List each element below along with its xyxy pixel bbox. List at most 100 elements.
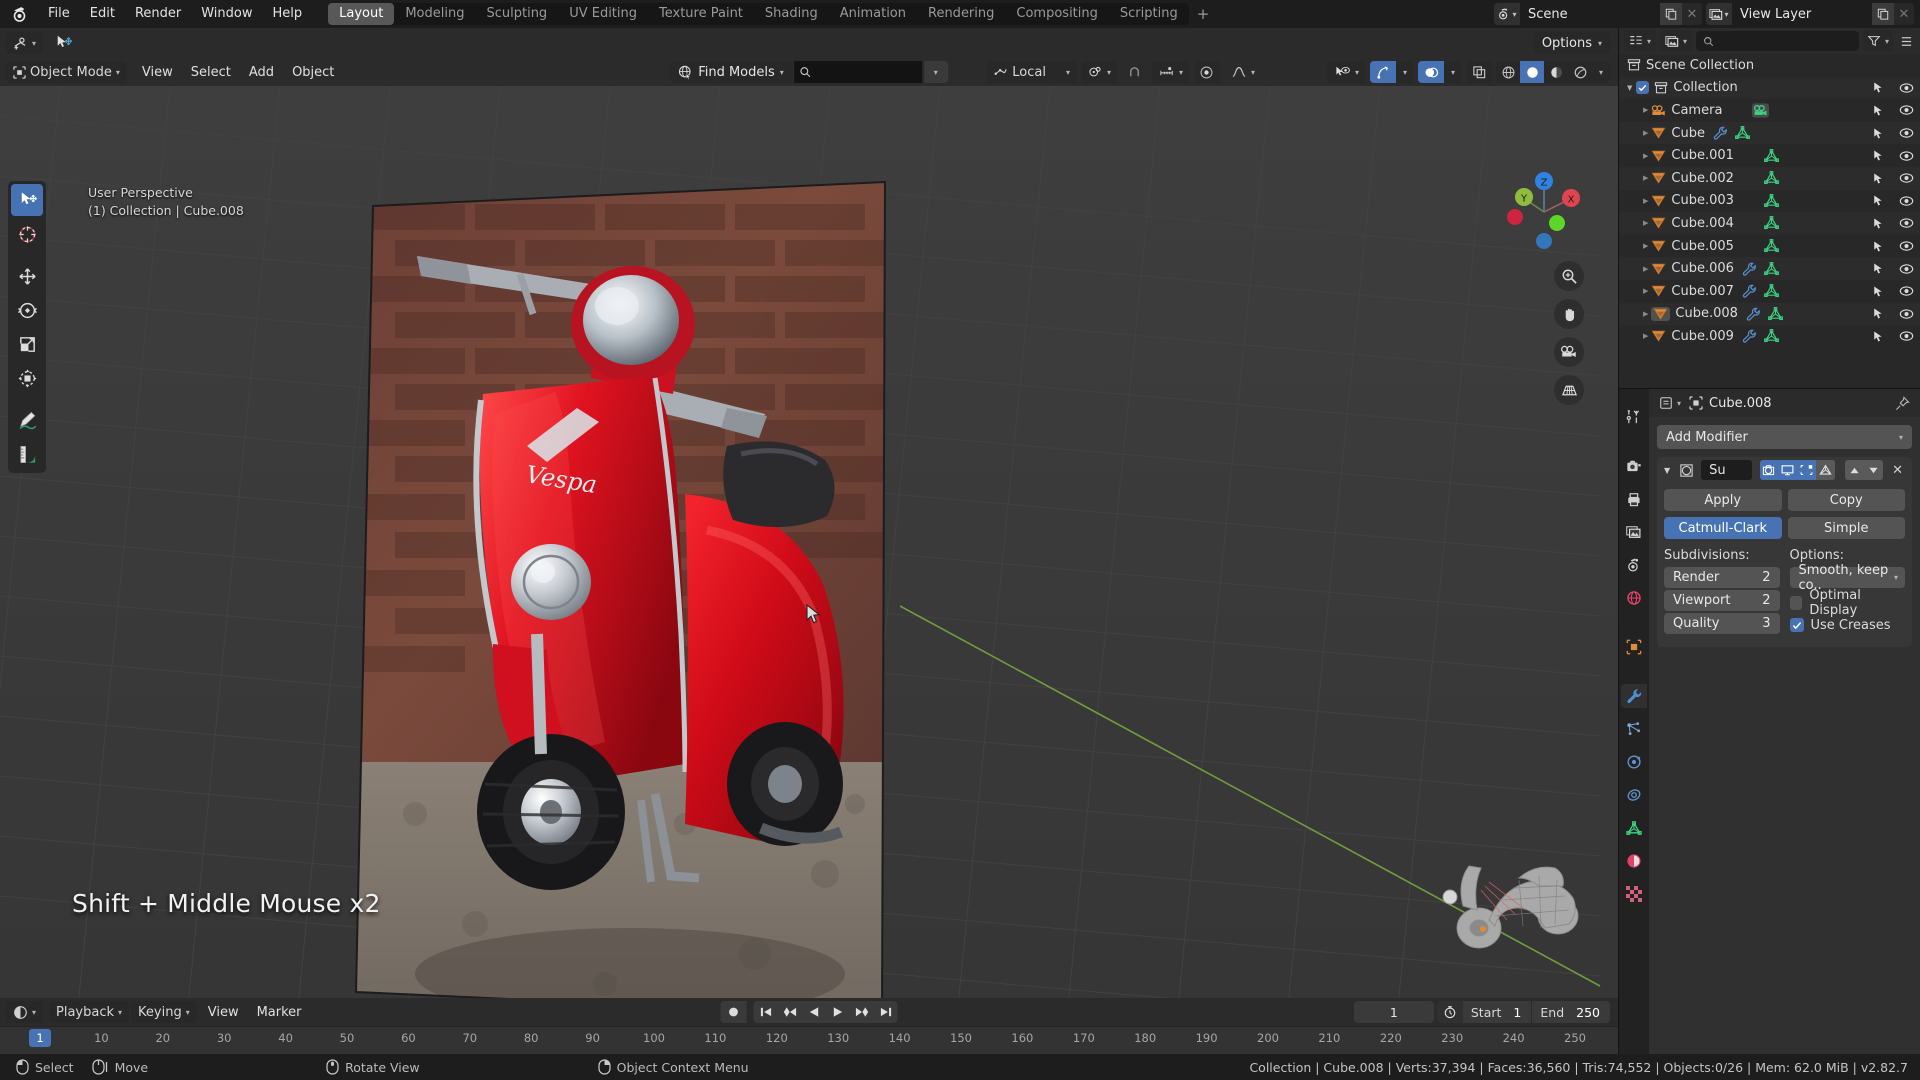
selectable-arrow-icon[interactable]	[1872, 194, 1885, 207]
material-properties-tab[interactable]	[1621, 849, 1647, 873]
quality-field[interactable]: Quality 3	[1664, 613, 1780, 634]
blender-logo-icon[interactable]	[8, 3, 30, 25]
find-models-search-input[interactable]	[793, 61, 922, 83]
texture-properties-tab[interactable]	[1621, 882, 1647, 906]
hide-eye-icon[interactable]	[1899, 195, 1914, 207]
modifier-wrench-icon[interactable]	[1713, 126, 1728, 140]
hide-eye-icon[interactable]	[1899, 150, 1914, 162]
outliner-row-cube-003[interactable]: ▶ Cube.003	[1619, 190, 1920, 213]
modifier-wrench-icon[interactable]	[1742, 329, 1757, 344]
pan-hand-icon[interactable]	[1554, 299, 1584, 329]
selectable-arrow-icon[interactable]	[1872, 217, 1885, 230]
outliner-row-cube-009[interactable]: ▶ Cube.009	[1619, 325, 1920, 348]
outliner-filter-button[interactable]: ▾	[1862, 30, 1893, 52]
selectable-arrow-icon[interactable]	[1872, 307, 1885, 320]
move-tool-icon[interactable]	[11, 260, 43, 292]
viewport-menu-select[interactable]: Select	[182, 63, 240, 82]
camera-view-icon[interactable]	[1554, 337, 1584, 367]
timeline-menu-view[interactable]: View	[199, 1003, 248, 1022]
end-frame-value[interactable]: 250	[1572, 1005, 1610, 1020]
timeline-menu-playback[interactable]: Playback ▾	[49, 1001, 130, 1023]
on-cage-visibility-icon[interactable]	[1816, 460, 1836, 480]
proportional-falloff-selector[interactable]: ▾	[1224, 61, 1262, 83]
active-tool-icon[interactable]	[51, 32, 77, 54]
outliner-row-cube-002[interactable]: ▶ Cube.002	[1619, 166, 1920, 190]
view-layer-selector[interactable]: ▾ View Layer ✕	[1706, 3, 1914, 25]
modifier-name-field[interactable]: Su	[1701, 460, 1752, 480]
mesh-data-icon[interactable]	[1767, 306, 1783, 321]
scene-icon[interactable]: ▾	[1494, 3, 1520, 25]
jump-to-end-icon[interactable]	[874, 1001, 898, 1023]
expand-arrow-icon[interactable]: ▶	[1643, 129, 1648, 137]
gizmo-dropdown-button[interactable]: ▾	[1396, 61, 1414, 83]
workspace-tab-sculpting[interactable]: Sculpting	[475, 3, 558, 25]
next-keyframe-icon[interactable]	[850, 1001, 874, 1023]
mesh-data-icon[interactable]	[1763, 193, 1779, 208]
outliner-row-cube-005[interactable]: ▶ Cube.005	[1619, 235, 1920, 258]
hide-eye-icon[interactable]	[1899, 104, 1914, 116]
shading-dropdown-button[interactable]: ▾	[1592, 61, 1610, 83]
hide-eye-icon[interactable]	[1899, 217, 1914, 229]
workspace-tab-layout[interactable]: Layout	[328, 3, 395, 25]
xray-icon[interactable]	[1466, 61, 1492, 83]
overlays-dropdown-button[interactable]: ▾	[1444, 61, 1462, 83]
unlink-scene-button[interactable]: ✕	[1682, 3, 1702, 25]
properties-editor-icon[interactable]: ▾	[1657, 392, 1683, 414]
outliner-editor-icon[interactable]: ▾	[1624, 30, 1657, 52]
catmull-clark-button[interactable]: Catmull-Clark	[1664, 517, 1782, 539]
rendered-shading-icon[interactable]	[1568, 61, 1592, 83]
mesh-data-icon[interactable]	[1735, 126, 1750, 140]
output-properties-tab[interactable]	[1621, 487, 1647, 511]
scale-tool-icon[interactable]	[11, 328, 43, 360]
3d-viewport[interactable]: Vespa User Perspective (1) Collection | …	[0, 86, 1618, 998]
viewport-menu-view[interactable]: View	[133, 63, 182, 82]
selectable-arrow-icon[interactable]	[1872, 81, 1885, 94]
realtime-visibility-icon[interactable]	[1778, 460, 1797, 480]
outliner-row-scene-collection[interactable]: Scene Collection	[1619, 54, 1920, 77]
viewport-menu-add[interactable]: Add	[240, 63, 283, 82]
optimal-display-checkbox[interactable]	[1789, 596, 1803, 610]
scene-properties-tab[interactable]	[1621, 553, 1647, 577]
use-creases-checkbox[interactable]	[1789, 618, 1804, 632]
outliner-row-cube-008[interactable]: ▶ Cube.008	[1619, 302, 1920, 326]
expand-arrow-icon[interactable]: ▶	[1643, 219, 1648, 227]
snap-magnet-icon[interactable]	[1122, 61, 1148, 83]
reference-image-plane[interactable]: Vespa	[355, 164, 900, 998]
mesh-data-icon[interactable]	[1763, 148, 1779, 163]
outliner-row-cube[interactable]: ▶ Cube	[1619, 121, 1920, 145]
view-layer-properties-tab[interactable]	[1621, 520, 1647, 544]
particles-properties-tab[interactable]	[1621, 717, 1647, 741]
view-layer-name[interactable]: View Layer	[1732, 3, 1872, 25]
outliner-row-cube-006[interactable]: ▶ Cube.006	[1619, 257, 1920, 280]
mesh-data-icon[interactable]	[1763, 329, 1779, 343]
outliner-row-cube-007[interactable]: ▶ Cube.007	[1619, 280, 1920, 303]
mesh-data-icon[interactable]	[1763, 216, 1779, 230]
remove-view-layer-button[interactable]: ✕	[1894, 3, 1914, 25]
triangle-down-icon[interactable]: ▼	[1662, 466, 1672, 475]
edit-mode-visibility-icon[interactable]	[1797, 460, 1816, 480]
record-icon[interactable]	[720, 1001, 747, 1023]
expand-arrow-icon[interactable]: ▶	[1643, 310, 1648, 318]
snap-to-selector[interactable]: ▾	[1151, 61, 1190, 83]
navigation-gizmo[interactable]: Z X Y	[1502, 166, 1586, 250]
mesh-data-icon[interactable]	[1763, 171, 1779, 185]
jump-to-start-icon[interactable]	[754, 1001, 778, 1023]
expand-arrow-icon[interactable]: ▶	[1643, 287, 1648, 295]
mesh-data-icon[interactable]	[1763, 239, 1779, 253]
selectable-arrow-icon[interactable]	[1872, 240, 1885, 253]
transform-orientation-selector[interactable]: Local ▾	[987, 61, 1077, 83]
start-frame-value[interactable]: 1	[1509, 1005, 1531, 1020]
add-workspace-button[interactable]: +	[1189, 4, 1218, 24]
menu-file[interactable]: File	[38, 2, 80, 26]
view-layer-icon[interactable]: ▾	[1706, 3, 1732, 25]
timeline-editor-icon[interactable]: ▾	[6, 1001, 44, 1023]
render-visibility-icon[interactable]	[1760, 460, 1779, 480]
menu-render[interactable]: Render	[125, 2, 191, 26]
camera-green-icon[interactable]	[1752, 103, 1770, 118]
auto-keying-icon[interactable]	[1436, 1001, 1463, 1023]
outliner-options-button[interactable]	[1897, 30, 1915, 52]
viewport-subdivisions-field[interactable]: Viewport 2	[1664, 590, 1780, 611]
play-icon[interactable]	[826, 1001, 850, 1023]
hide-eye-icon[interactable]	[1899, 240, 1914, 252]
play-reverse-icon[interactable]	[802, 1001, 826, 1023]
